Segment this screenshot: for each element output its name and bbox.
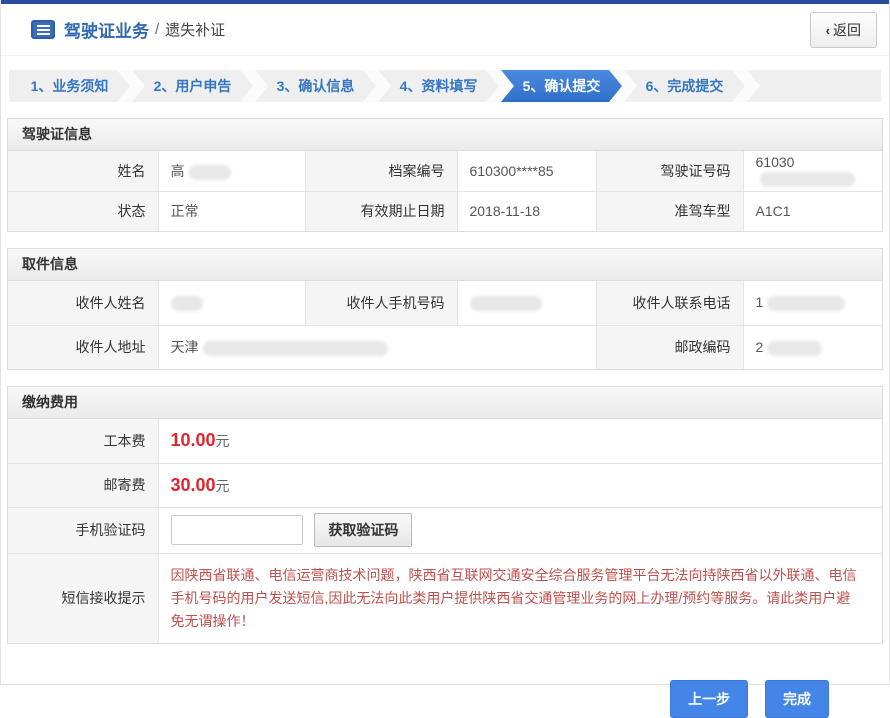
redacted-value: [470, 296, 542, 311]
field-label: 收件人姓名: [8, 281, 158, 325]
redacted-value: [767, 341, 822, 356]
redacted-value: [760, 172, 855, 187]
field-label: 邮寄费: [8, 463, 158, 507]
field-label: 收件人联系电话: [596, 281, 743, 325]
field-value: 天津: [158, 325, 596, 369]
field-value: [158, 281, 305, 325]
field-value: 610300****85: [457, 151, 596, 191]
sms-notice-text: 因陕西省联通、电信运营商技术问题，陕西省互联网交通安全综合服务管理平台无法向持陕…: [159, 554, 883, 643]
field-value: 2018-11-18: [457, 191, 596, 231]
pickup-info-table: 收件人姓名 收件人手机号码 收件人联系电话 1 收件人地址 天津 邮政编码 2: [8, 281, 882, 369]
field-label: 手机验证码: [8, 507, 158, 553]
page-header: 驾驶证业务 / 遗失补证 ‹返回: [1, 4, 889, 56]
field-label: 邮政编码: [596, 325, 743, 369]
fees-table: 工本费 10.00元 邮寄费 30.00元 手机验证码 获取验证码 短信接收提示…: [8, 419, 882, 643]
field-label: 档案编号: [305, 151, 457, 191]
sms-code-input[interactable]: [171, 515, 303, 545]
table-row: 邮寄费 30.00元: [8, 463, 882, 507]
table-row: 姓名 高 档案编号 610300****85 驾驶证号码 61030: [8, 151, 882, 191]
field-value: 61030: [743, 151, 882, 191]
field-label: 工本费: [8, 419, 158, 463]
table-row: 短信接收提示 因陕西省联通、电信运营商技术问题，陕西省互联网交通安全综合服务管理…: [8, 553, 882, 643]
mail-fee-value: 30.00元: [158, 463, 882, 507]
table-row: 状态 正常 有效期止日期 2018-11-18 准驾车型 A1C1: [8, 191, 882, 231]
license-section-title: 驾驶证信息: [8, 119, 882, 151]
list-icon: [31, 20, 55, 39]
sms-notice-cell: 因陕西省联通、电信运营商技术问题，陕西省互联网交通安全综合服务管理平台无法向持陕…: [158, 553, 882, 643]
table-row: 工本费 10.00元: [8, 419, 882, 463]
work-fee-value: 10.00元: [158, 419, 882, 463]
step-complete-submit: 6、完成提交: [624, 70, 745, 102]
title-separator: /: [155, 21, 159, 38]
step-business-notice: 1、业务须知: [9, 70, 130, 102]
mail-fee-unit: 元: [216, 478, 230, 494]
redacted-value: [767, 296, 845, 311]
field-value: 高: [158, 151, 305, 191]
field-label: 短信接收提示: [8, 553, 158, 643]
license-info-table: 姓名 高 档案编号 610300****85 驾驶证号码 61030 状态 正常…: [8, 151, 882, 231]
chevron-left-icon: ‹: [826, 23, 830, 38]
work-fee-amount: 10.00: [171, 430, 216, 450]
page-title: 驾驶证业务: [64, 17, 149, 42]
table-row: 收件人地址 天津 邮政编码 2: [8, 325, 882, 369]
pickup-section-title: 取件信息: [8, 249, 882, 281]
field-value: [457, 281, 596, 325]
field-label: 收件人地址: [8, 325, 158, 369]
finish-button[interactable]: 完成: [765, 680, 829, 718]
sms-code-cell: 获取验证码: [158, 507, 882, 553]
redacted-value: [171, 296, 203, 311]
previous-step-button[interactable]: 上一步: [670, 680, 748, 718]
pickup-info-section: 取件信息 收件人姓名 收件人手机号码 收件人联系电话 1 收件人地址 天津 邮政…: [7, 248, 883, 370]
step-confirm-info: 3、确认信息: [255, 70, 376, 102]
work-fee-unit: 元: [216, 433, 230, 449]
step-user-declaration: 2、用户申告: [132, 70, 253, 102]
field-label: 收件人手机号码: [305, 281, 457, 325]
table-row: 手机验证码 获取验证码: [8, 507, 882, 553]
back-button[interactable]: ‹返回: [810, 12, 877, 48]
field-label: 姓名: [8, 151, 158, 191]
fees-section-title: 缴纳费用: [8, 387, 882, 419]
table-row: 收件人姓名 收件人手机号码 收件人联系电话 1: [8, 281, 882, 325]
field-value: 1: [743, 281, 882, 325]
fees-section: 缴纳费用 工本费 10.00元 邮寄费 30.00元 手机验证码 获取验证码 短…: [7, 386, 883, 644]
field-label: 有效期止日期: [305, 191, 457, 231]
redacted-value: [189, 165, 231, 180]
get-code-button[interactable]: 获取验证码: [314, 513, 412, 547]
field-label: 准驾车型: [596, 191, 743, 231]
field-label: 驾驶证号码: [596, 151, 743, 191]
mail-fee-amount: 30.00: [171, 475, 216, 495]
step-fill-data: 4、资料填写: [378, 70, 499, 102]
step-progress-bar: 1、业务须知 2、用户申告 3、确认信息 4、资料填写 5、确认提交 6、完成提…: [9, 70, 881, 102]
redacted-value: [203, 341, 388, 356]
field-value: 2: [743, 325, 882, 369]
step-bar-filler: [747, 70, 881, 102]
field-value: 正常: [158, 191, 305, 231]
footer-actions: 上一步 完成: [1, 644, 889, 718]
page-subtitle: 遗失补证: [165, 19, 225, 40]
field-label: 状态: [8, 191, 158, 231]
back-button-label: 返回: [833, 22, 861, 38]
license-info-section: 驾驶证信息 姓名 高 档案编号 610300****85 驾驶证号码 61030…: [7, 118, 883, 232]
field-value: A1C1: [743, 191, 882, 231]
step-confirm-submit: 5、确认提交: [501, 70, 622, 102]
